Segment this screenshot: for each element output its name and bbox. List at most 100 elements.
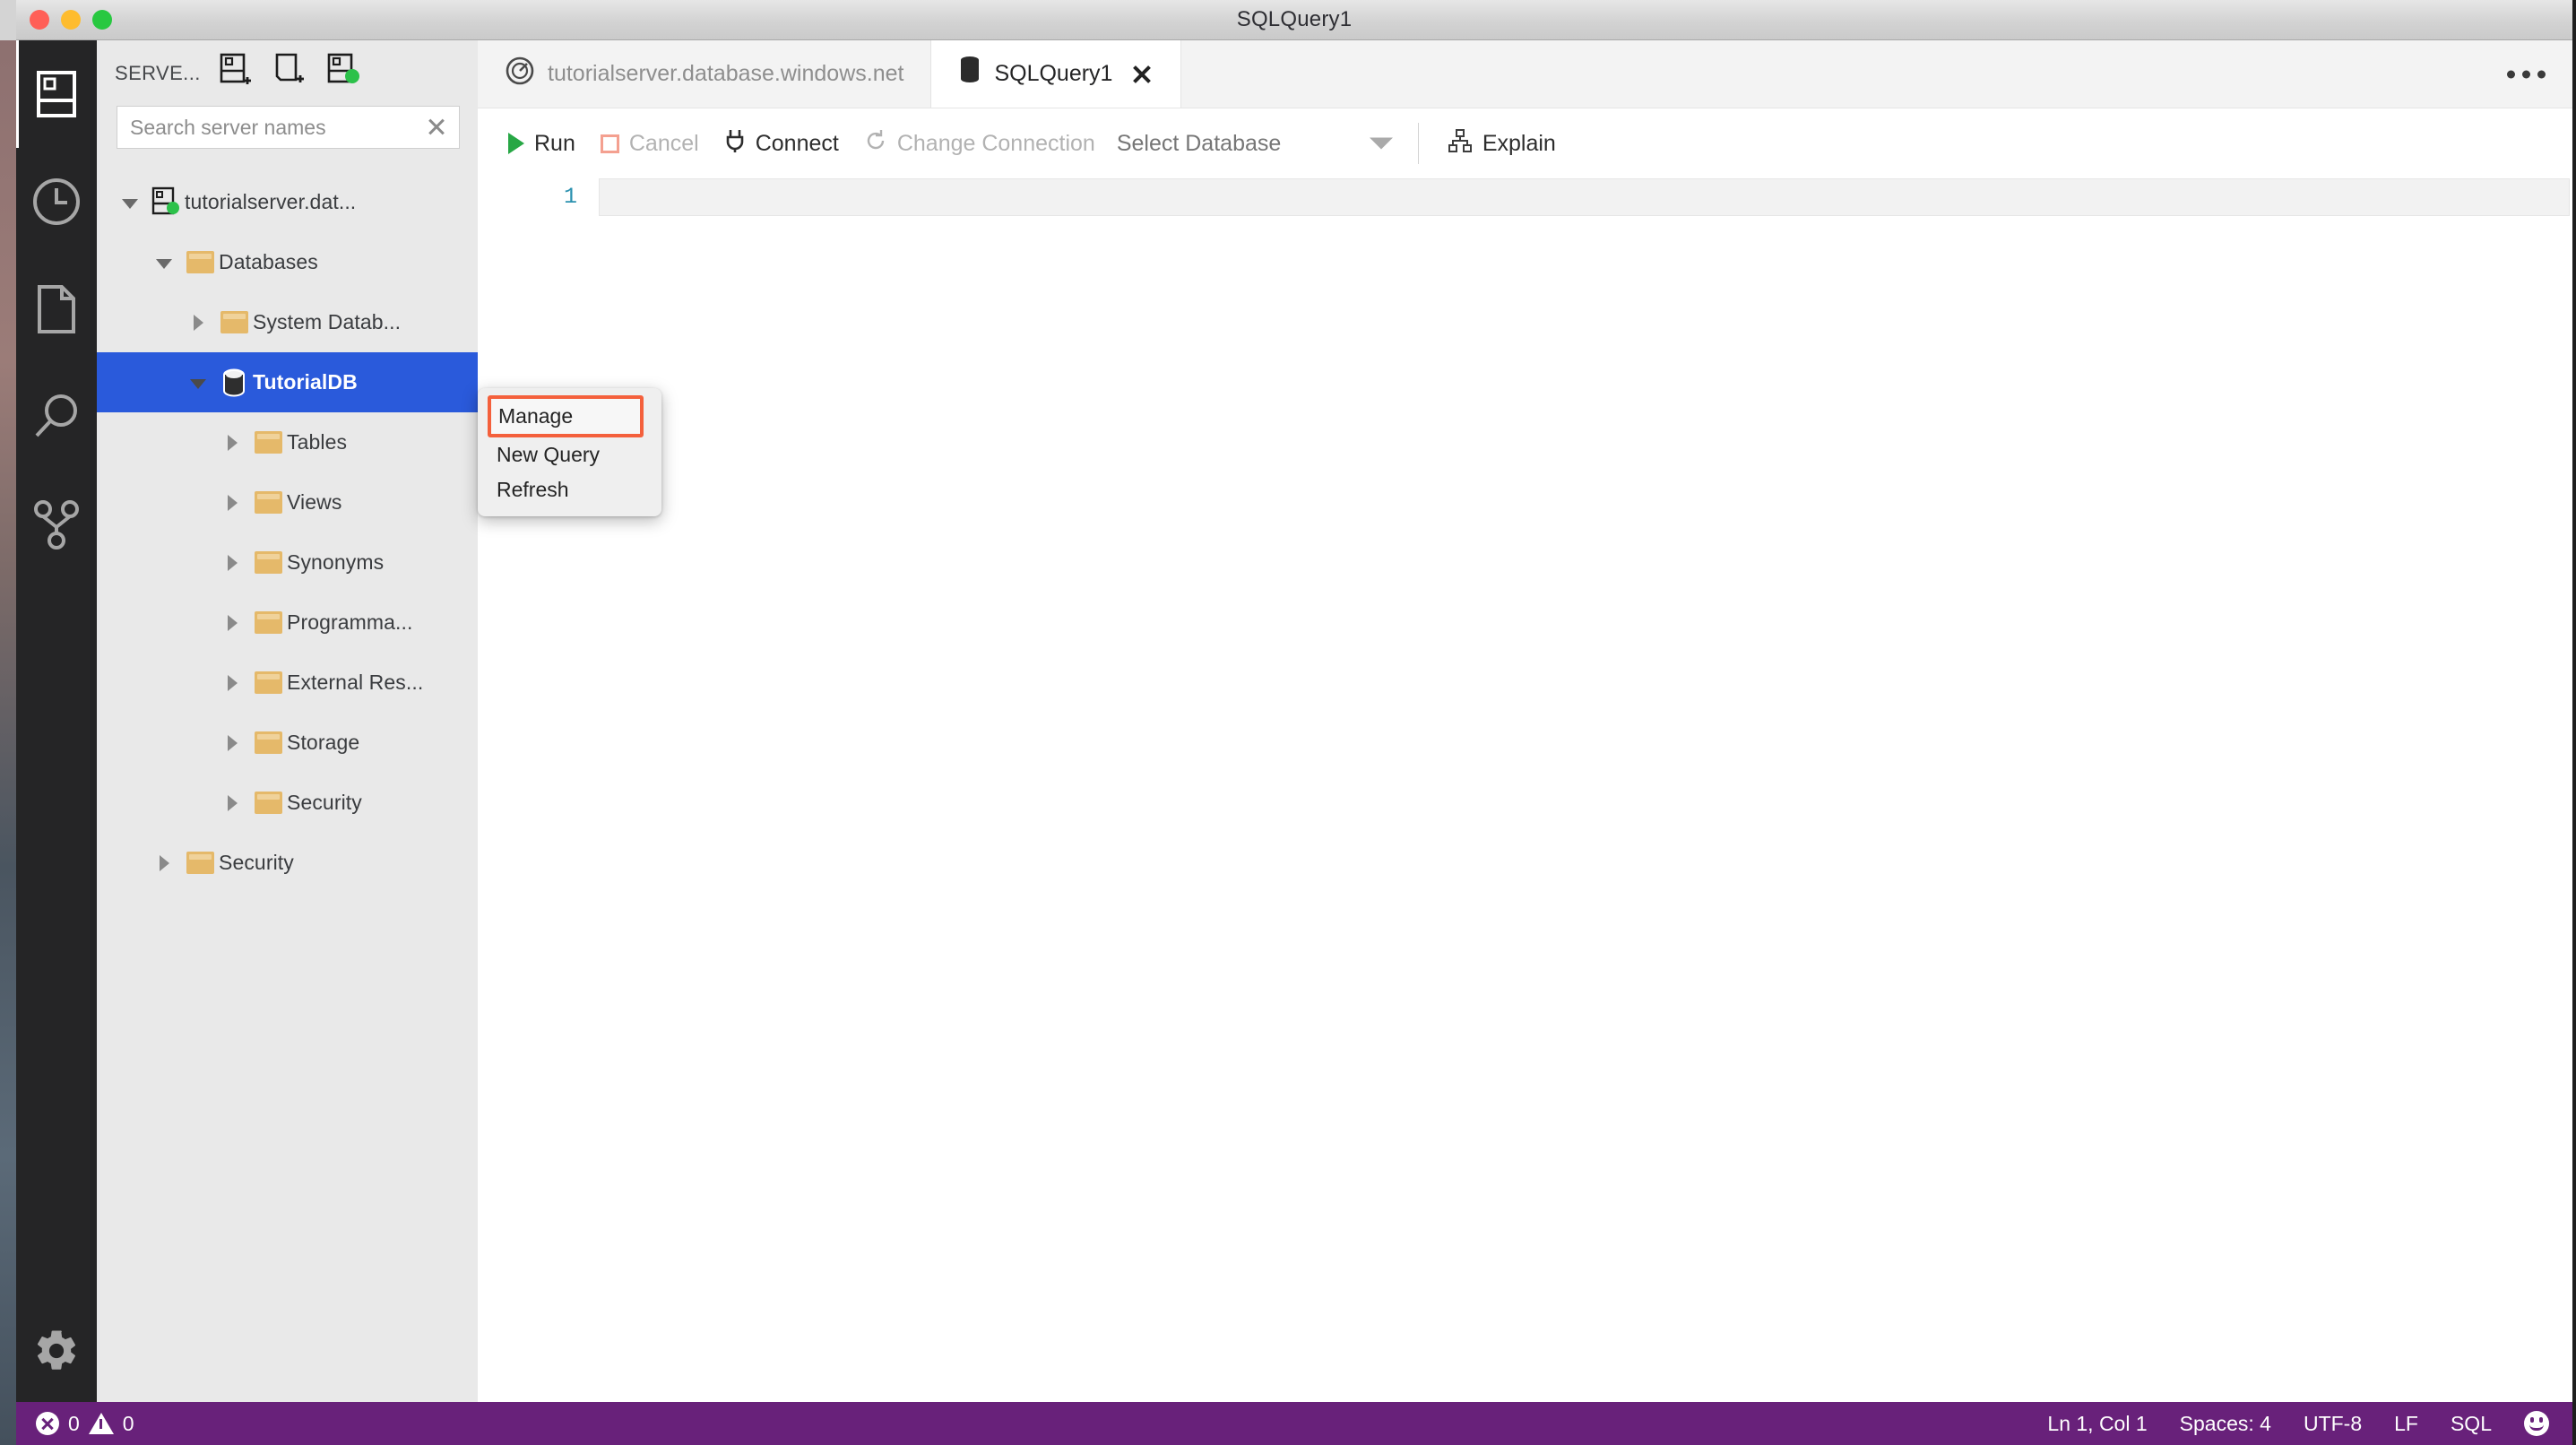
- encoding-setting[interactable]: UTF-8: [2304, 1412, 2362, 1436]
- twisty-expanded-icon[interactable]: [147, 257, 181, 269]
- line-number: 1: [563, 184, 577, 210]
- tree-item-programma[interactable]: Programma...: [97, 593, 478, 653]
- window-title: SQLQuery1: [1236, 7, 1353, 31]
- context-menu-item-manage[interactable]: Manage: [488, 395, 644, 437]
- servers-panel-header: SERVE...: [97, 40, 478, 106]
- status-bar-right: Ln 1, Col 1 Spaces: 4 UTF-8 LF SQL: [2047, 1411, 2572, 1436]
- clear-search-icon[interactable]: [425, 116, 448, 139]
- eol-setting[interactable]: LF: [2394, 1412, 2418, 1436]
- tree-item-security[interactable]: Security: [97, 833, 478, 893]
- status-bar: 0 0 Ln 1, Col 1 Spaces: 4 UTF-8 LF SQL: [16, 1402, 2572, 1445]
- cursor-position[interactable]: Ln 1, Col 1: [2047, 1412, 2147, 1436]
- search-icon: [31, 392, 82, 442]
- tree-item-security[interactable]: Security: [97, 773, 478, 833]
- error-count: 0: [68, 1411, 80, 1435]
- tree-item-system-datab[interactable]: System Datab...: [97, 292, 478, 352]
- twisty-collapsed-icon[interactable]: [215, 734, 249, 751]
- sql-editor[interactable]: 1: [478, 178, 2572, 1402]
- new-server-group-icon: [272, 53, 307, 93]
- feedback-smiley-icon[interactable]: [2524, 1411, 2549, 1436]
- indentation-setting[interactable]: Spaces: 4: [2180, 1412, 2271, 1436]
- explain-plan-icon: [1448, 128, 1473, 160]
- minimize-window-button[interactable]: [61, 10, 81, 30]
- activity-item-settings[interactable]: [16, 1303, 97, 1402]
- twisty-collapsed-icon[interactable]: [215, 674, 249, 691]
- servers-tree: tutorialserver.dat... Databases System Dat…: [97, 172, 478, 893]
- twisty-expanded-icon[interactable]: [113, 197, 147, 209]
- tree-item-label: Views: [287, 490, 342, 514]
- select-database-value: Select Database: [1116, 130, 1282, 156]
- new-server-group-button[interactable]: [272, 53, 307, 93]
- warning-icon: [88, 1413, 114, 1434]
- context-menu-item-refresh[interactable]: Refresh: [478, 472, 661, 507]
- line-content[interactable]: [599, 178, 2570, 216]
- activity-item-source-control[interactable]: [16, 471, 97, 578]
- twisty-collapsed-icon[interactable]: [215, 794, 249, 811]
- editor-tab-bar: tutorialserver.database.windows.net SQLQ…: [478, 40, 2572, 108]
- select-database-dropdown[interactable]: Select Database: [1108, 119, 1404, 168]
- file-icon: [35, 284, 78, 334]
- twisty-collapsed-icon[interactable]: [215, 494, 249, 511]
- close-window-button[interactable]: [30, 10, 49, 30]
- tree-item-tables[interactable]: Tables: [97, 412, 478, 472]
- run-query-button[interactable]: Run: [496, 119, 588, 168]
- server-search-box[interactable]: [117, 106, 460, 149]
- activity-item-history[interactable]: [16, 148, 97, 255]
- explain-button[interactable]: Explain: [1435, 119, 1569, 168]
- play-icon: [508, 133, 524, 154]
- tree-item-storage[interactable]: Storage: [97, 713, 478, 773]
- window-titlebar: SQLQuery1: [16, 0, 2572, 40]
- tree-item-views[interactable]: Views: [97, 472, 478, 532]
- zoom-window-button[interactable]: [92, 10, 112, 30]
- change-connection-button: Change Connection: [851, 119, 1108, 168]
- tree-item-tutorialdb[interactable]: TutorialDB: [97, 352, 478, 412]
- stop-icon: [600, 134, 619, 153]
- problems-status[interactable]: 0 0: [36, 1412, 134, 1436]
- twisty-collapsed-icon[interactable]: [181, 314, 215, 331]
- tree-item-synonyms[interactable]: Synonyms: [97, 532, 478, 593]
- servers-icon: [36, 70, 77, 118]
- twisty-expanded-icon[interactable]: [181, 377, 215, 389]
- query-toolbar: Run Cancel Connect Change Connection Sel…: [478, 108, 2572, 178]
- warning-count: 0: [122, 1411, 134, 1435]
- twisty-collapsed-icon[interactable]: [215, 614, 249, 631]
- folder-icon: [249, 731, 287, 754]
- tab-server-dashboard[interactable]: tutorialserver.database.windows.net: [478, 40, 932, 108]
- folder-icon: [249, 551, 287, 574]
- twisty-collapsed-icon[interactable]: [215, 434, 249, 451]
- tab-label: SQLQuery1: [994, 61, 1113, 86]
- active-connections-button[interactable]: [326, 53, 360, 93]
- folder-icon: [249, 611, 287, 634]
- tree-item-label: TutorialDB: [253, 370, 358, 394]
- twisty-collapsed-icon[interactable]: [147, 854, 181, 871]
- editor-line[interactable]: 1: [478, 178, 2572, 216]
- connected-server-icon: [326, 53, 360, 93]
- connect-button[interactable]: Connect: [712, 119, 851, 168]
- close-tab-icon[interactable]: [1130, 63, 1154, 86]
- tree-item-tutorialserver-dat[interactable]: tutorialserver.dat...: [97, 172, 478, 232]
- editor-group: tutorialserver.database.windows.net SQLQ…: [478, 40, 2572, 1402]
- activity-bar: [16, 40, 97, 1402]
- desktop-sliver-top: [0, 0, 16, 40]
- tree-item-label: Security: [219, 851, 294, 874]
- folder-icon: [215, 311, 253, 333]
- gear-icon: [32, 1327, 81, 1380]
- context-menu-item-new-query[interactable]: New Query: [478, 437, 661, 472]
- add-connection-button[interactable]: [219, 53, 253, 91]
- language-mode[interactable]: SQL: [2451, 1412, 2492, 1436]
- activity-item-explorer[interactable]: [16, 255, 97, 363]
- tree-item-label: External Res...: [287, 671, 424, 694]
- search-input[interactable]: [130, 115, 425, 140]
- activity-item-servers[interactable]: [16, 40, 97, 148]
- tree-item-databases[interactable]: Databases: [97, 232, 478, 292]
- tree-item-label: Tables: [287, 430, 348, 454]
- server-connected-icon: [147, 186, 185, 219]
- tree-item-label: tutorialserver.dat...: [185, 190, 357, 213]
- activity-item-search[interactable]: [16, 363, 97, 471]
- tree-item-external-res[interactable]: External Res...: [97, 653, 478, 713]
- change-connection-label: Change Connection: [896, 130, 1095, 156]
- tabbar-more-actions-button[interactable]: [2507, 70, 2546, 78]
- twisty-collapsed-icon[interactable]: [215, 554, 249, 571]
- traffic-lights[interactable]: [30, 10, 112, 30]
- tab-sqlquery1[interactable]: SQLQuery1: [931, 40, 1182, 108]
